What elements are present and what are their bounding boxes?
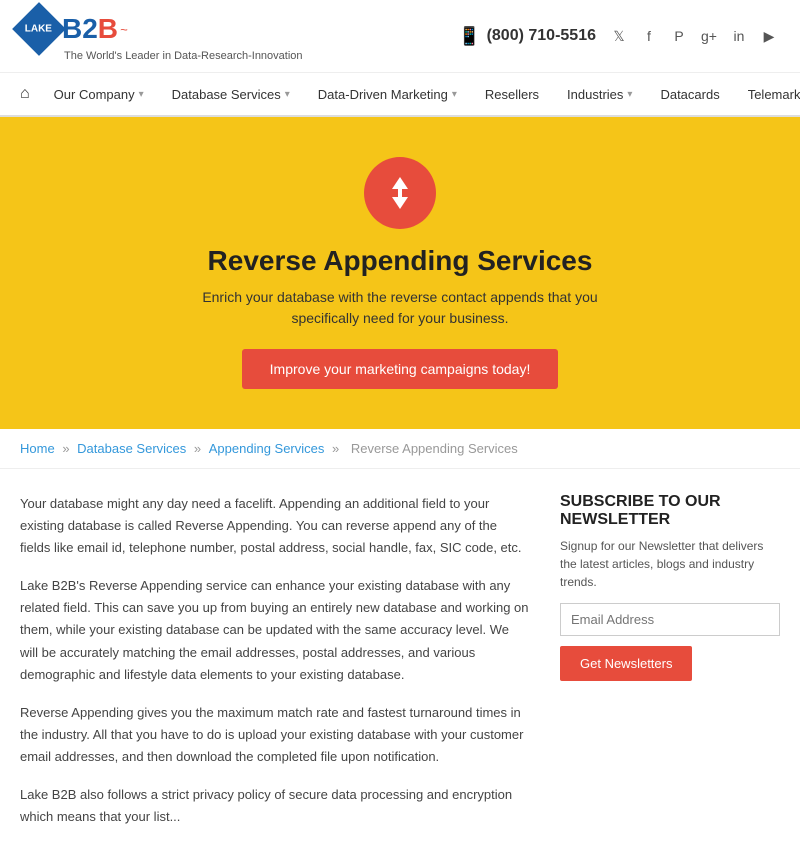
hero-icon xyxy=(364,157,436,229)
logo-tagline: The World's Leader in Data-Research-Inno… xyxy=(64,50,303,62)
nav-our-company[interactable]: Our Company ▾ xyxy=(40,75,158,114)
arrows-icon xyxy=(380,173,420,213)
breadcrumb-appending-services[interactable]: Appending Services xyxy=(209,441,325,456)
twitter-icon[interactable]: 𝕏 xyxy=(608,25,630,47)
google-plus-icon[interactable]: g+ xyxy=(698,25,720,47)
phone-icon: 📱 xyxy=(458,26,480,47)
breadcrumb-current: Reverse Appending Services xyxy=(351,441,518,456)
hero-cta-button[interactable]: Improve your marketing campaigns today! xyxy=(242,349,559,389)
nav-data-driven-marketing[interactable]: Data-Driven Marketing ▾ xyxy=(304,75,471,114)
linkedin-icon[interactable]: in xyxy=(728,25,750,47)
email-input[interactable] xyxy=(560,603,780,636)
subscribe-text: Signup for our Newsletter that delivers … xyxy=(560,537,780,591)
pinterest-icon[interactable]: P xyxy=(668,25,690,47)
youtube-icon[interactable]: ▶ xyxy=(758,25,780,47)
paragraph-1: Your database might any day need a facel… xyxy=(20,493,530,559)
breadcrumb-separator: » xyxy=(332,441,343,456)
get-newsletters-button[interactable]: Get Newsletters xyxy=(560,646,692,681)
nav-resellers[interactable]: Resellers xyxy=(471,75,553,114)
logo-accent: ~ xyxy=(120,22,128,37)
facebook-icon[interactable]: f xyxy=(638,25,660,47)
logo-image: LAKE B2B ~ xyxy=(20,10,303,48)
social-icons: 𝕏 f P g+ in ▶ xyxy=(608,25,780,47)
nav-database-services[interactable]: Database Services ▾ xyxy=(158,75,304,114)
nav-industries[interactable]: Industries ▾ xyxy=(553,75,646,114)
phone-area: 📱 (800) 710-5516 xyxy=(458,26,596,47)
paragraph-2: Lake B2B's Reverse Appending service can… xyxy=(20,575,530,685)
header-right: 📱 (800) 710-5516 𝕏 f P g+ in ▶ xyxy=(458,25,780,47)
breadcrumb-separator: » xyxy=(62,441,73,456)
chevron-down-icon: ▾ xyxy=(452,89,457,100)
subscribe-title: SUBSCRIBE TO OUR NEWSLETTER xyxy=(560,493,780,529)
logo-b2b-text: B2B xyxy=(62,13,118,45)
chevron-down-icon: ▾ xyxy=(285,89,290,100)
logo-area: LAKE B2B ~ The World's Leader in Data-Re… xyxy=(20,10,303,62)
breadcrumb-home[interactable]: Home xyxy=(20,441,55,456)
nav-telemarketing[interactable]: Telemarketing xyxy=(734,75,800,114)
hero-section: Reverse Appending Services Enrich your d… xyxy=(0,117,800,429)
logo-diamond-text: LAKE xyxy=(25,23,52,34)
content-area: Your database might any day need a facel… xyxy=(0,469,800,868)
paragraph-3: Reverse Appending gives you the maximum … xyxy=(20,702,530,768)
sidebar: SUBSCRIBE TO OUR NEWSLETTER Signup for o… xyxy=(560,493,780,844)
header: LAKE B2B ~ The World's Leader in Data-Re… xyxy=(0,0,800,73)
breadcrumb-separator: » xyxy=(194,441,205,456)
chevron-down-icon: ▾ xyxy=(139,89,144,100)
breadcrumb-database-services[interactable]: Database Services xyxy=(77,441,186,456)
hero-title: Reverse Appending Services xyxy=(208,245,593,277)
chevron-down-icon: ▾ xyxy=(627,89,632,100)
breadcrumb: Home » Database Services » Appending Ser… xyxy=(0,429,800,469)
hero-subtitle: Enrich your database with the reverse co… xyxy=(200,287,600,329)
main-nav: ⌂ Our Company ▾ Database Services ▾ Data… xyxy=(0,73,800,117)
nav-datacards[interactable]: Datacards xyxy=(646,75,733,114)
subscribe-box: SUBSCRIBE TO OUR NEWSLETTER Signup for o… xyxy=(560,493,780,681)
paragraph-4: Lake B2B also follows a strict privacy p… xyxy=(20,784,530,828)
phone-number: (800) 710-5516 xyxy=(487,27,596,45)
main-content: Your database might any day need a facel… xyxy=(20,493,530,844)
nav-home[interactable]: ⌂ xyxy=(10,73,40,115)
